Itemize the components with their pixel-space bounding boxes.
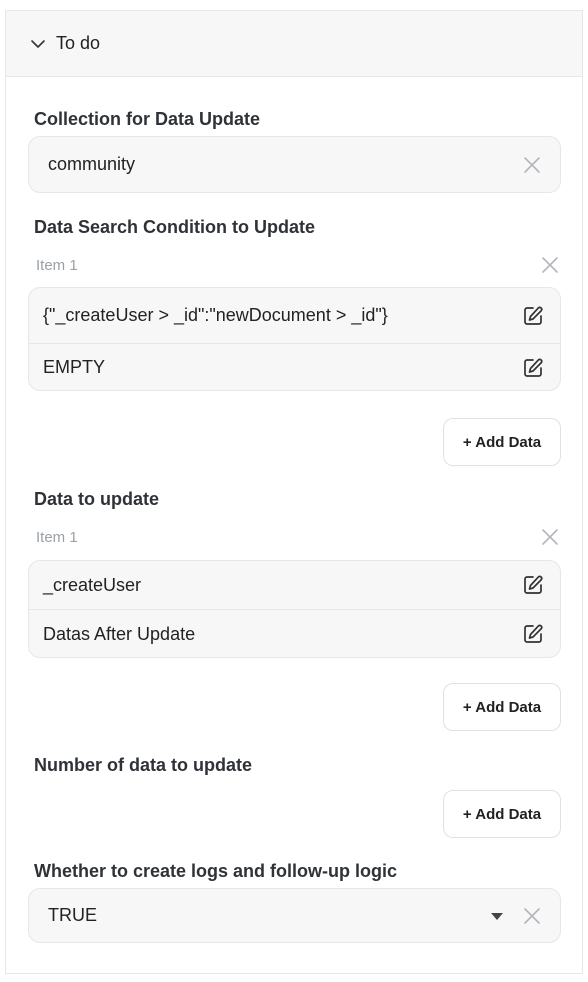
collection-field[interactable]: community (28, 136, 561, 193)
clear-icon[interactable] (522, 906, 542, 926)
panel-header-toggle[interactable]: To do (6, 11, 582, 77)
edit-icon[interactable] (522, 357, 544, 379)
number-of-data-label: Number of data to update (34, 755, 253, 775)
update-row-text: _createUser (43, 574, 142, 595)
add-number-of-data-button[interactable]: + Add Data (443, 790, 561, 838)
update-row-text: Datas After Update (43, 623, 196, 644)
todo-panel: To do Collection for Data Update communi… (5, 10, 583, 974)
condition-row-text: EMPTY (43, 357, 106, 377)
chevron-down-icon (31, 39, 45, 48)
logs-value: TRUE (48, 905, 97, 925)
data-to-update-item-label: Item 1 (36, 529, 78, 546)
list-item[interactable]: EMPTY (29, 344, 560, 390)
edit-icon[interactable] (522, 305, 544, 327)
logs-label: Whether to create logs and follow-up log… (34, 861, 398, 881)
search-condition-item-label: Item 1 (36, 257, 78, 274)
edit-icon[interactable] (522, 574, 544, 596)
list-item[interactable]: _createUser (29, 561, 560, 610)
data-to-update-list: _createUser Datas After Update (28, 560, 561, 658)
logs-select[interactable]: TRUE (28, 888, 561, 943)
search-condition-list: {"_createUser > _id":"newDocument > _id"… (28, 287, 561, 391)
remove-item-icon[interactable] (540, 527, 560, 547)
collection-label: Collection for Data Update (34, 109, 261, 129)
remove-item-icon[interactable] (540, 255, 560, 275)
collection-value: community (48, 154, 136, 174)
add-search-condition-button[interactable]: + Add Data (443, 418, 561, 466)
list-item[interactable]: {"_createUser > _id":"newDocument > _id"… (29, 288, 560, 344)
caret-down-icon[interactable] (490, 911, 504, 921)
search-condition-label: Data Search Condition to Update (34, 217, 316, 237)
panel-title: To do (56, 33, 101, 53)
add-data-to-update-button[interactable]: + Add Data (443, 683, 561, 731)
list-item[interactable]: Datas After Update (29, 610, 560, 657)
data-to-update-label: Data to update (34, 489, 160, 509)
condition-row-text: {"_createUser > _id":"newDocument > _id"… (43, 305, 388, 325)
clear-icon[interactable] (522, 155, 542, 175)
edit-icon[interactable] (522, 623, 544, 645)
